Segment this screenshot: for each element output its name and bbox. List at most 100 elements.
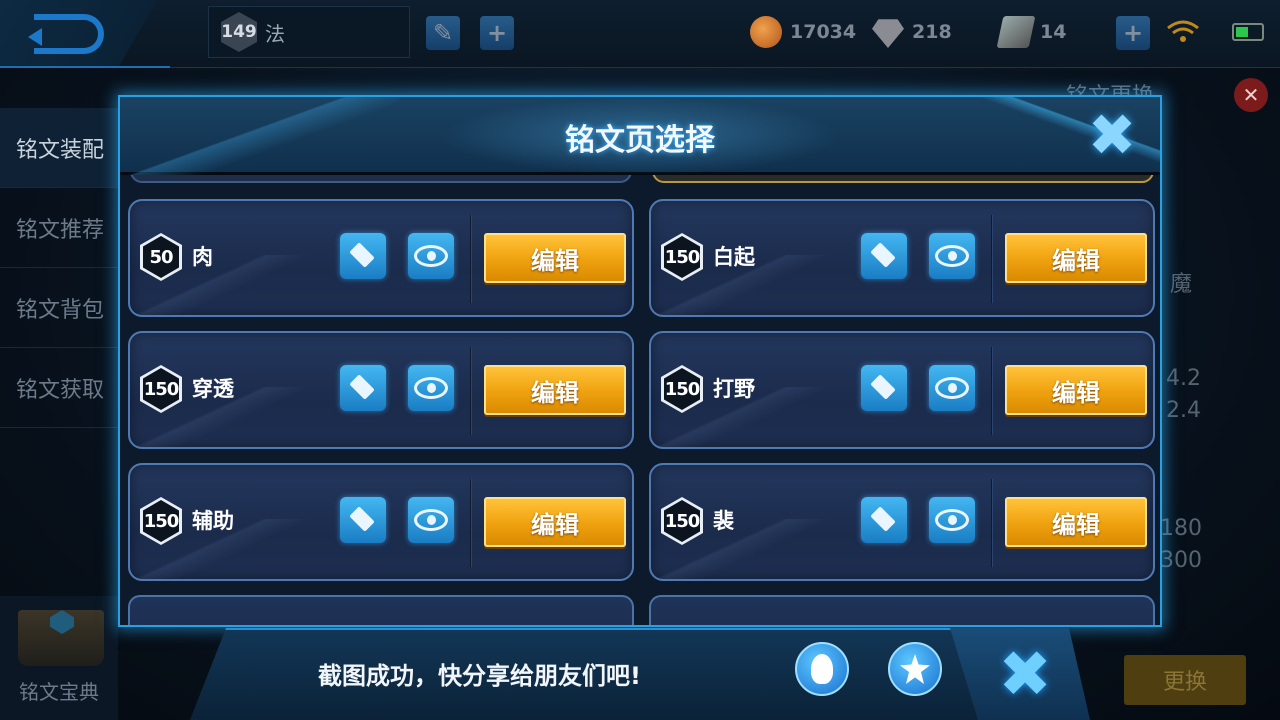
pencil-icon <box>870 374 898 402</box>
back-arrow-icon <box>28 14 104 54</box>
pencil-icon <box>349 374 377 402</box>
side-item-equip[interactable]: 铭文装配 <box>0 108 118 188</box>
codex-button[interactable]: 铭文宝典 <box>0 596 118 720</box>
rename-button[interactable] <box>340 497 386 543</box>
side-item-bag[interactable]: 铭文背包 <box>0 268 118 348</box>
pencil-icon <box>349 242 377 270</box>
edit-button[interactable]: 编辑 <box>1005 233 1147 283</box>
peek-stat: 2.4 <box>1166 398 1201 423</box>
eye-icon <box>935 245 969 267</box>
rune-page-name: 肉 <box>192 245 213 269</box>
rune-page-card[interactable]: 50 肉 编辑 <box>128 199 634 317</box>
edit-button[interactable]: 编辑 <box>484 233 626 283</box>
modal-close-icon[interactable]: ✖ <box>1082 105 1142 165</box>
list-item <box>130 175 632 183</box>
rune-page-name: 裴 <box>713 509 734 533</box>
rune-page-list[interactable]: 50 肉 编辑 150 白起 编辑 150 穿透 编辑 150 打野 编辑 15… <box>120 175 1160 625</box>
preview-button[interactable] <box>408 497 454 543</box>
eye-icon <box>414 245 448 267</box>
close-icon[interactable]: ✕ <box>1234 78 1268 112</box>
preview-button[interactable] <box>408 365 454 411</box>
side-menu: 铭文装配 铭文推荐 铭文背包 铭文获取 <box>0 108 118 428</box>
share-close-icon[interactable]: ✖ <box>990 640 1060 710</box>
gold-counter: 17034 <box>750 16 856 48</box>
recharge-plus-button[interactable]: + <box>1116 16 1150 50</box>
modal-title: 铭文页选择 <box>565 123 715 158</box>
divider <box>991 215 993 303</box>
player-level-box: 149 法 <box>208 6 410 58</box>
level-value: 150 <box>143 500 179 542</box>
gold-amount: 17034 <box>790 21 857 43</box>
rune-page-name: 辅助 <box>192 509 234 533</box>
preview-button[interactable] <box>929 497 975 543</box>
divider <box>470 215 472 303</box>
level-value: 150 <box>664 368 700 410</box>
pencil-icon <box>870 242 898 270</box>
rename-button[interactable] <box>861 365 907 411</box>
voucher-counter: 14 <box>996 16 1066 48</box>
level-badge: 150 <box>661 497 703 545</box>
side-item-obtain[interactable]: 铭文获取 <box>0 348 118 428</box>
preview-button[interactable] <box>929 233 975 279</box>
peek-text: 魔 <box>1170 272 1193 297</box>
rename-button[interactable] <box>861 233 907 279</box>
level-badge: 50 <box>140 233 182 281</box>
edit-button[interactable]: 编辑 <box>1005 497 1147 547</box>
pencil-icon-button[interactable]: ✎ <box>426 16 460 50</box>
diamond-counter: 218 <box>872 16 952 48</box>
level-value: 150 <box>664 500 700 542</box>
qzone-star-icon <box>900 654 930 684</box>
diamond-amount: 218 <box>912 21 952 43</box>
level-badge: 150 <box>140 497 182 545</box>
level-value: 50 <box>143 236 179 278</box>
divider <box>470 479 472 567</box>
rune-page-name: 白起 <box>713 245 755 269</box>
share-qq-button[interactable] <box>795 642 849 696</box>
rename-button[interactable] <box>340 365 386 411</box>
side-item-recommend[interactable]: 铭文推荐 <box>0 188 118 268</box>
back-button[interactable] <box>0 0 170 68</box>
divider <box>991 479 993 567</box>
peek-stat: 4.2 <box>1166 366 1201 391</box>
list-item <box>652 175 1154 183</box>
eye-icon <box>935 509 969 531</box>
wifi-icon <box>1167 20 1199 42</box>
edit-button[interactable]: 编辑 <box>484 497 626 547</box>
share-qzone-button[interactable] <box>888 642 942 696</box>
rune-page-name: 打野 <box>713 377 755 401</box>
level-value: 150 <box>143 368 179 410</box>
pencil-icon <box>870 506 898 534</box>
level-badge: 150 <box>140 365 182 413</box>
rune-page-card[interactable]: 150 辅助 编辑 <box>128 463 634 581</box>
rune-page-card[interactable]: 150 穿透 编辑 <box>128 331 634 449</box>
rune-page-card[interactable]: 150 打野 编辑 <box>649 331 1155 449</box>
codex-book-icon <box>18 610 104 666</box>
eye-icon <box>414 509 448 531</box>
edit-button[interactable]: 编辑 <box>1005 365 1147 415</box>
plus-icon-button[interactable]: + <box>480 16 514 50</box>
rename-button[interactable] <box>340 233 386 279</box>
list-item <box>649 595 1155 625</box>
rune-page-card[interactable]: 150 白起 编辑 <box>649 199 1155 317</box>
modal-header: 铭文页选择 ✖ <box>120 97 1160 175</box>
edit-button[interactable]: 编辑 <box>484 365 626 415</box>
voucher-icon <box>996 16 1036 48</box>
list-item <box>128 595 634 625</box>
peek-stat: 180 <box>1160 516 1202 541</box>
level-value: 150 <box>664 236 700 278</box>
eye-icon <box>414 377 448 399</box>
battery-icon <box>1232 23 1264 41</box>
qq-penguin-icon <box>811 654 833 684</box>
pencil-icon <box>349 506 377 534</box>
replace-button[interactable]: 更换 <box>1124 655 1246 705</box>
preview-button[interactable] <box>929 365 975 411</box>
player-level-badge: 149 <box>221 12 257 52</box>
gold-coin-icon <box>750 16 782 48</box>
rune-page-select-modal: 铭文页选择 ✖ 50 肉 编辑 150 白起 编辑 150 穿透 编辑 150 … <box>118 95 1162 627</box>
rune-page-card[interactable]: 150 裴 编辑 <box>649 463 1155 581</box>
rename-button[interactable] <box>861 497 907 543</box>
share-message: 截图成功，快分享给朋友们吧! <box>318 662 641 690</box>
preview-button[interactable] <box>408 233 454 279</box>
peek-stat: 300 <box>1160 548 1202 573</box>
divider <box>470 347 472 435</box>
